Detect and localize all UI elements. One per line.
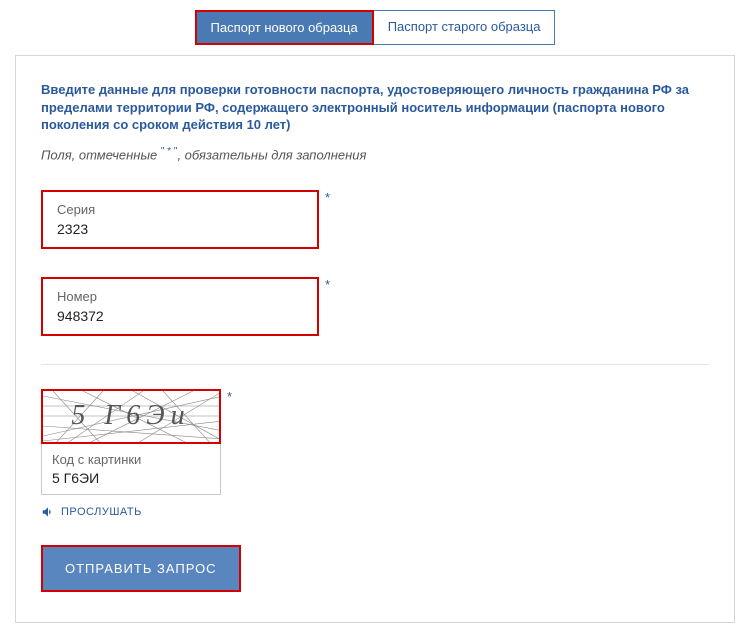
series-field-wrap: Серия * [41, 190, 709, 249]
required-star-icon: " * " [161, 146, 178, 157]
tab-new-passport[interactable]: Паспорт нового образца [195, 10, 374, 45]
captcha-listen-link[interactable]: ПРОСЛУШАТЬ [41, 505, 709, 519]
number-field-wrap: Номер * [41, 277, 709, 336]
captcha-input[interactable] [52, 470, 210, 486]
number-label: Номер [57, 289, 303, 304]
captcha-image: 5 Г6Эи [41, 389, 221, 444]
number-field[interactable]: Номер [41, 277, 319, 336]
required-note-pre: Поля, отмеченные [41, 147, 161, 162]
number-input[interactable] [57, 308, 303, 324]
sound-icon [41, 505, 55, 519]
captcha-block: 5 Г6Эи * Код с картинки ПРОСЛУШАТЬ [41, 389, 709, 519]
number-required-star: * [325, 277, 330, 292]
required-note-post: , обязательны для заполнения [177, 147, 366, 162]
form-panel: Введите данные для проверки готовности п… [15, 55, 735, 623]
submit-wrap: ОТПРАВИТЬ ЗАПРОС [41, 545, 709, 592]
series-label: Серия [57, 202, 303, 217]
captcha-required-star: * [227, 389, 232, 404]
tabs: Паспорт нового образца Паспорт старого о… [0, 10, 750, 45]
captcha-label: Код с картинки [52, 452, 210, 467]
required-note: Поля, отмеченные " * ", обязательны для … [41, 146, 709, 162]
tab-old-passport[interactable]: Паспорт старого образца [374, 10, 556, 45]
intro-text: Введите данные для проверки готовности п… [41, 81, 709, 134]
series-input[interactable] [57, 221, 303, 237]
captcha-field[interactable]: Код с картинки [41, 444, 221, 495]
series-required-star: * [325, 190, 330, 205]
series-field[interactable]: Серия [41, 190, 319, 249]
submit-button[interactable]: ОТПРАВИТЬ ЗАПРОС [41, 545, 241, 592]
captcha-listen-label: ПРОСЛУШАТЬ [61, 506, 142, 518]
captcha-image-text: 5 Г6Эи [43, 391, 219, 442]
separator [41, 364, 709, 365]
